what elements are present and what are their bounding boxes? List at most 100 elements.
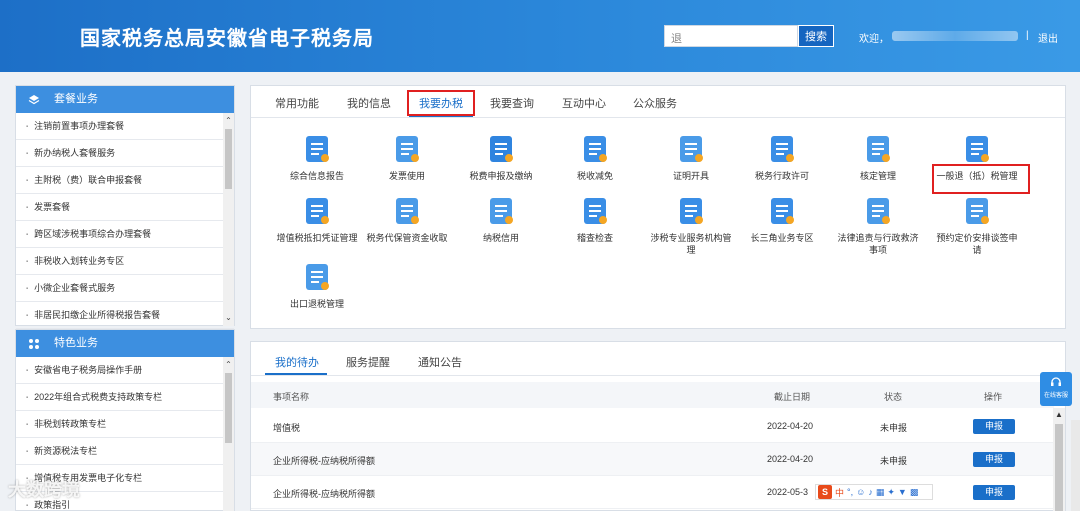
sidebar-item[interactable]: 非居民扣缴企业所得税报告套餐 [16,302,234,329]
header-separator: | [1026,30,1029,41]
grid-item-15[interactable]: 预约定价安排谈签申请 [934,196,1020,256]
col-action: 操作 [984,392,1003,402]
scroll-up-icon[interactable]: ⌃ [223,115,234,127]
tab-public-service[interactable]: 公众服务 [633,95,677,111]
todo-scrollbar[interactable]: ▲ [1053,408,1065,511]
inspection-icon [584,198,607,224]
scroll-thumb[interactable] [1055,424,1063,511]
grid-item-16[interactable]: 出口退税管理 [274,262,360,310]
declare-button[interactable]: 申报 [973,419,1015,434]
grid-item-11[interactable]: 稽查检查 [552,196,638,244]
sidebar-item[interactable]: 发票套餐 [16,194,234,221]
sidebar-item[interactable]: 小微企业套餐式服务 [16,275,234,302]
tab-service-reminder[interactable]: 服务提醒 [346,354,390,370]
grid-item-label: 纳税信用 [482,233,519,243]
top-header: 国家税务总局安徽省电子税务局 退 搜索 欢迎， | 退出 [0,0,1080,72]
function-panel: 常用功能 我的信息 我要办税 我要查询 互动中心 公众服务 综合信息报告 发票使用… [250,85,1066,329]
refund-highlight-box [932,164,1030,194]
scroll-up-icon[interactable]: ⌃ [223,359,234,371]
sidebar-item[interactable]: 主附税（费）联合申报套餐 [16,167,234,194]
package-title: 套餐业务 [54,93,98,105]
grid-item-label: 核定管理 [859,171,896,181]
grid-item-label: 法律追责与行政救济事项 [837,233,919,255]
skin-icon[interactable]: ▼ [898,487,907,497]
grid-item-1[interactable]: 发票使用 [364,134,450,182]
declare-button[interactable]: 申报 [973,452,1015,467]
col-name: 事项名称 [273,392,310,402]
grid-item-3[interactable]: 税收减免 [552,134,638,182]
tab-my-info[interactable]: 我的信息 [347,95,391,111]
special-scrollbar[interactable]: ⌃ [223,357,234,511]
keyboard-icon[interactable]: ▦ [876,487,885,498]
sidebar-item[interactable]: 跨区域涉税事项综合办理套餐 [16,221,234,248]
active-tab-underline [265,373,327,375]
grid-item-9[interactable]: 税务代保管资金收取 [364,196,450,244]
logout-link[interactable]: 退出 [1038,30,1058,45]
welcome-text: 欢迎， [859,34,889,45]
grid-item-0[interactable]: 综合信息报告 [274,134,360,182]
grid-item-5[interactable]: 税务行政许可 [739,134,825,182]
table-row: 企业所得税-应纳税所得额 2022-04-20 未申报 申报 [251,443,1054,476]
tab-my-todo[interactable]: 我的待办 [275,354,319,370]
sidebar-item[interactable]: 非税收入划转业务专区 [16,248,234,275]
sidebar-item[interactable]: 2022年组合式税费支持政策专栏 [16,384,234,411]
sidebar-item[interactable]: 注销前置事项办理套餐 [16,113,234,140]
watermark: 大数跨境 [8,480,80,500]
grid-item-13[interactable]: 长三角业务专区 [739,196,825,244]
vat-voucher-icon [306,198,329,224]
search-input[interactable]: 退 [664,25,798,47]
row-name: 企业所得税-应纳税所得额 [273,489,375,499]
grid-item-2[interactable]: 税费申报及缴纳 [458,134,544,182]
legal-icon [867,198,890,224]
grid-item-4[interactable]: 证明开具 [648,134,734,182]
ime-toolbar[interactable]: S 中 °, ☺ ♪ ▦ ✦ ▼ ▩ [815,484,933,500]
grid-item-12[interactable]: 涉税专业服务机构管理 [648,196,734,256]
scroll-thumb[interactable] [225,129,232,189]
layers-icon [28,94,40,104]
tab-interaction[interactable]: 互动中心 [562,95,606,111]
custody-icon [396,198,419,224]
online-service-button[interactable]: 在线客服 [1040,372,1072,406]
tab-query[interactable]: 我要查询 [490,95,534,111]
emoji-icon[interactable]: ☺ [856,487,865,497]
grid-item-label: 稽查检查 [576,233,613,243]
menu-icon[interactable]: ▩ [910,487,919,498]
grid-item-label: 长三角业务专区 [750,233,814,243]
page-scrollbar[interactable] [1071,420,1080,511]
mic-icon[interactable]: ♪ [868,487,873,497]
grid-item-14[interactable]: 法律追责与行政救济事项 [835,196,921,256]
scroll-down-icon[interactable]: ⌄ [223,312,234,324]
sidebar-item[interactable]: 新办纳税人套餐服务 [16,140,234,167]
package-scrollbar[interactable]: ⌃ ⌄ [223,113,234,326]
sidebar-item[interactable]: 安徽省电子税务局操作手册 [16,357,234,384]
scroll-thumb[interactable] [225,373,232,443]
delta-icon [771,198,794,224]
agency-icon [680,198,703,224]
row-deadline: 2022-04-20 [767,421,814,431]
grid-item-label: 涉税专业服务机构管理 [650,233,732,255]
ime-lang[interactable]: 中 [835,486,844,499]
special-header[interactable]: 特色业务 [16,330,234,357]
grid-item-10[interactable]: 纳税信用 [458,196,544,244]
grid-item-8[interactable]: 增值税抵扣凭证管理 [274,196,360,244]
col-deadline: 截止日期 [774,392,811,402]
search-button[interactable]: 搜索 [798,25,834,47]
scroll-up-icon[interactable]: ▲ [1053,410,1065,419]
row-name: 企业所得税-应纳税所得额 [273,456,375,466]
tab-notice[interactable]: 通知公告 [418,354,462,370]
package-header[interactable]: 套餐业务 [16,86,234,113]
export-refund-icon [306,264,329,290]
invoice-icon [396,136,419,162]
todo-panel: 我的待办 服务提醒 通知公告 事项名称 截止日期 状态 操作 增值税 2022-… [250,341,1066,511]
sidebar-item[interactable]: 新资源税法专栏 [16,438,234,465]
punct-icon[interactable]: °, [847,487,853,497]
sidebar-item[interactable]: 非税划转政策专栏 [16,411,234,438]
grid-item-6[interactable]: 核定管理 [835,134,921,182]
tools-icon[interactable]: ✦ [887,487,895,498]
tab-common[interactable]: 常用功能 [275,95,319,111]
grid-item-label: 增值税抵扣凭证管理 [276,233,358,243]
declare-button[interactable]: 申报 [973,485,1015,500]
tax-relief-icon [584,136,607,162]
grid-item-label: 综合信息报告 [289,171,344,181]
tax-declare-icon [490,136,513,162]
